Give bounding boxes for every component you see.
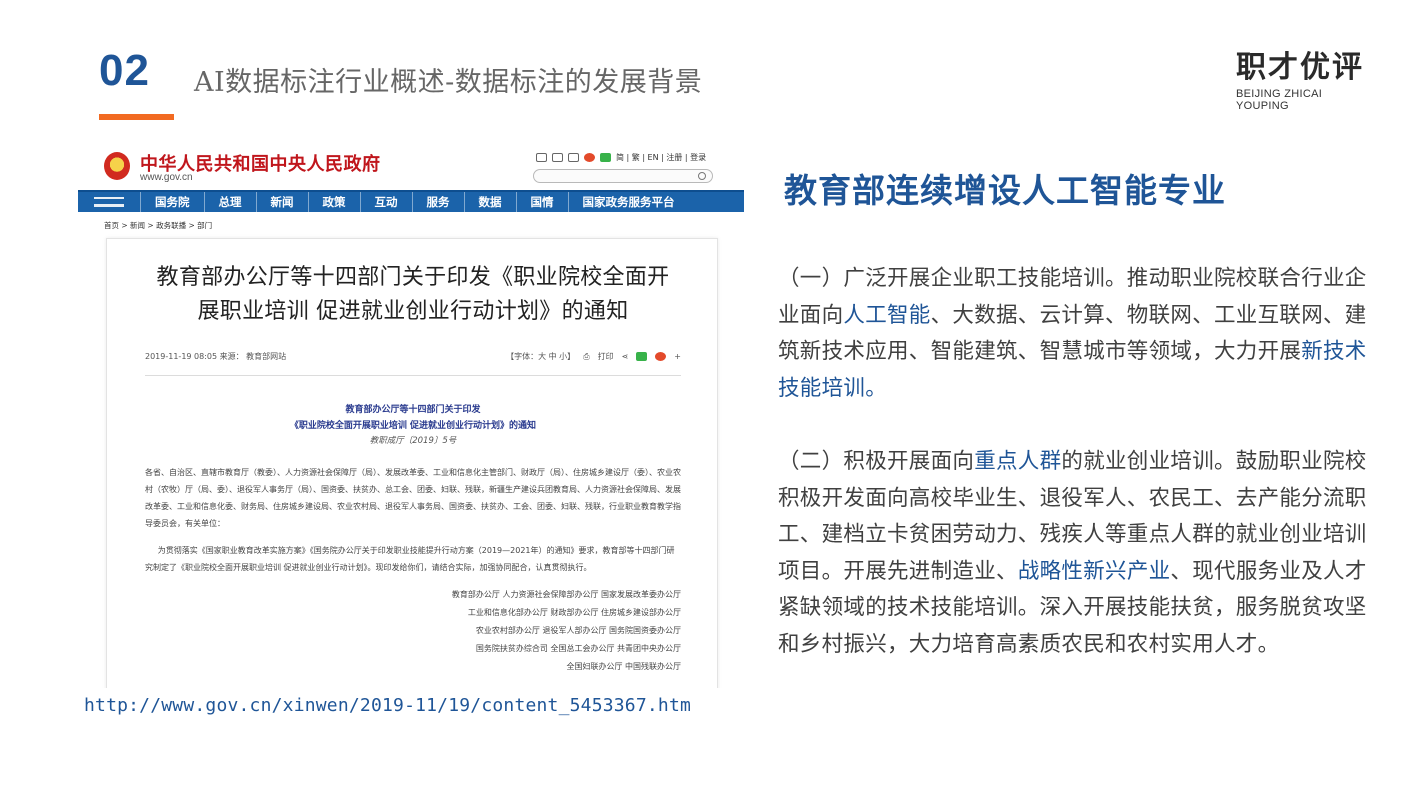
gov-nav-item: 国务院	[140, 192, 204, 212]
slide-title: AI数据标注行业概述-数据标注的发展背景	[194, 67, 703, 98]
company-logo: 职才优评 BEIJING ZHICAI YOUPING	[1236, 50, 1376, 112]
document-body: 各省、自治区、直辖市教育厅（教委）、人力资源社会保障厅（局）、发展改革委、工业和…	[145, 464, 681, 576]
gov-nav-item: 数据	[463, 192, 516, 212]
mail-icon	[536, 153, 547, 162]
gov-nav-bar: 国务院 总理 新闻 政策 互动 服务 数据 国情 国家政务服务平台	[78, 190, 744, 212]
highlight-text: 人工智能	[843, 302, 931, 328]
gov-nav-item: 服务	[411, 192, 464, 212]
document-subheading-line: 《职业院校全面开展职业培训 促进就业创业行动计划》的通知	[289, 421, 537, 431]
document-subheading: 教育部办公厅等十四部门关于印发 《职业院校全面开展职业培训 促进就业创业行动计划…	[145, 402, 681, 434]
gov-header: 中华人民共和国中央人民政府 www.gov.cn 简 | 繁 | EN | 注册…	[78, 140, 744, 190]
signatory-line: 全国妇联办公厅 中国残联办公厅	[566, 662, 681, 671]
breadcrumb: 首页 > 新闻 > 政务联播 > 部门	[104, 221, 213, 230]
divider	[145, 375, 681, 376]
highlight-text: 战略性新兴产业	[1017, 558, 1171, 584]
gov-toolbar: 简 | 繁 | EN | 注册 | 登录	[536, 152, 706, 163]
article-tools: 【字体：大 中 小】 ⎙ 打印 ⋖ +	[506, 351, 681, 362]
signatory-line: 农业农村部办公厅 退役军人部办公厅 国务院国资委办公厅	[475, 626, 681, 635]
gov-nav-item: 互动	[359, 192, 412, 212]
content-paragraph-2: （二）积极开展面向重点人群的就业创业培训。鼓励职业院校积极开发面向高校毕业生、退…	[778, 444, 1368, 663]
gov-search-box	[533, 169, 713, 183]
gov-nav-item: 政策	[307, 192, 360, 212]
share-icon: ⋖	[621, 352, 629, 361]
document-signatories: 教育部办公厅 人力资源社会保障部办公厅 国家发展改革委办公厅 工业和信息化部办公…	[145, 586, 681, 676]
signatory-line: 国务院扶贫办综合司 全国总工会办公厅 共青团中央办公厅	[475, 644, 681, 653]
content-heading: 教育部连续增设人工智能专业	[784, 171, 1226, 210]
gov-nav-item: 总理	[203, 192, 256, 212]
article-card: 教育部办公厅等十四部门关于印发《职业院校全面开 展职业培训 促进就业创业行动计划…	[106, 238, 718, 688]
article-meta: 2019-11-19 08:05 来源： 教育部网站 【字体：大 中 小】 ⎙ …	[145, 351, 681, 367]
font-size-control: 【字体：大 中 小】	[506, 352, 576, 361]
weibo-icon	[584, 153, 595, 162]
article-title-line: 教育部办公厅等十四部门关于印发《职业院校全面开	[156, 265, 670, 290]
logo-name-en: BEIJING ZHICAI YOUPING	[1236, 88, 1323, 112]
wechat-share-icon	[636, 352, 648, 361]
slide-number-underline	[99, 114, 174, 120]
mobile-icon	[568, 153, 579, 162]
national-emblem-icon	[104, 152, 130, 180]
slide-number: 02	[99, 46, 150, 95]
signatory-line: 工业和信息化部办公厅 财政部办公厅 住房城乡建设部办公厅	[467, 608, 681, 617]
text-run: （二）积极开展面向	[778, 449, 975, 474]
article-date-source: 2019-11-19 08:05 来源： 教育部网站	[145, 352, 287, 361]
document-paragraph: 各省、自治区、直辖市教育厅（教委）、人力资源社会保障厅（局）、发展改革委、工业和…	[145, 468, 681, 528]
source-url-link[interactable]: http://www.gov.cn/xinwen/2019-11/19/cont…	[84, 695, 691, 716]
highlight-text: 重点人群	[974, 449, 1062, 474]
article-title-line: 展职业培训 促进就业创业行动计划》的通知	[197, 299, 629, 324]
gov-nav-item: 国情	[515, 192, 568, 212]
print-label: 打印	[597, 352, 614, 361]
plus-icon: +	[674, 352, 681, 361]
search-icon	[698, 172, 706, 180]
document-paragraph: 为贯彻落实《国家职业教育改革实施方案》《国务院办公厅关于印发职业技能提升行动方案…	[145, 546, 675, 572]
rss-icon	[552, 153, 563, 162]
document-number: 教职成厅〔2019〕5号	[369, 436, 457, 446]
wechat-icon	[600, 153, 611, 162]
gov-nav-item: 国家政务服务平台	[567, 192, 689, 212]
gov-domain: www.gov.cn	[140, 172, 193, 183]
home-icon	[78, 192, 140, 212]
signatory-line: 教育部办公厅 人力资源社会保障部办公厅 国家发展改革委办公厅	[451, 590, 681, 599]
content-paragraph-1: （一）广泛开展企业职工技能培训。推动职业院校联合行业企业面向人工智能、大数据、云…	[778, 261, 1368, 407]
document-subheading-line: 教育部办公厅等十四部门关于印发	[345, 405, 481, 415]
gov-toolbar-links: 简 | 繁 | EN | 注册 | 登录	[616, 153, 707, 162]
print-icon: ⎙	[583, 351, 590, 361]
gov-nav-item: 新闻	[255, 192, 308, 212]
article-title: 教育部办公厅等十四部门关于印发《职业院校全面开 展职业培训 促进就业创业行动计划…	[145, 261, 681, 329]
gov-website-screenshot: 中华人民共和国中央人民政府 www.gov.cn 简 | 繁 | EN | 注册…	[78, 140, 744, 688]
weibo-share-icon	[655, 352, 667, 361]
logo-name-cn: 职才优评	[1236, 50, 1364, 85]
